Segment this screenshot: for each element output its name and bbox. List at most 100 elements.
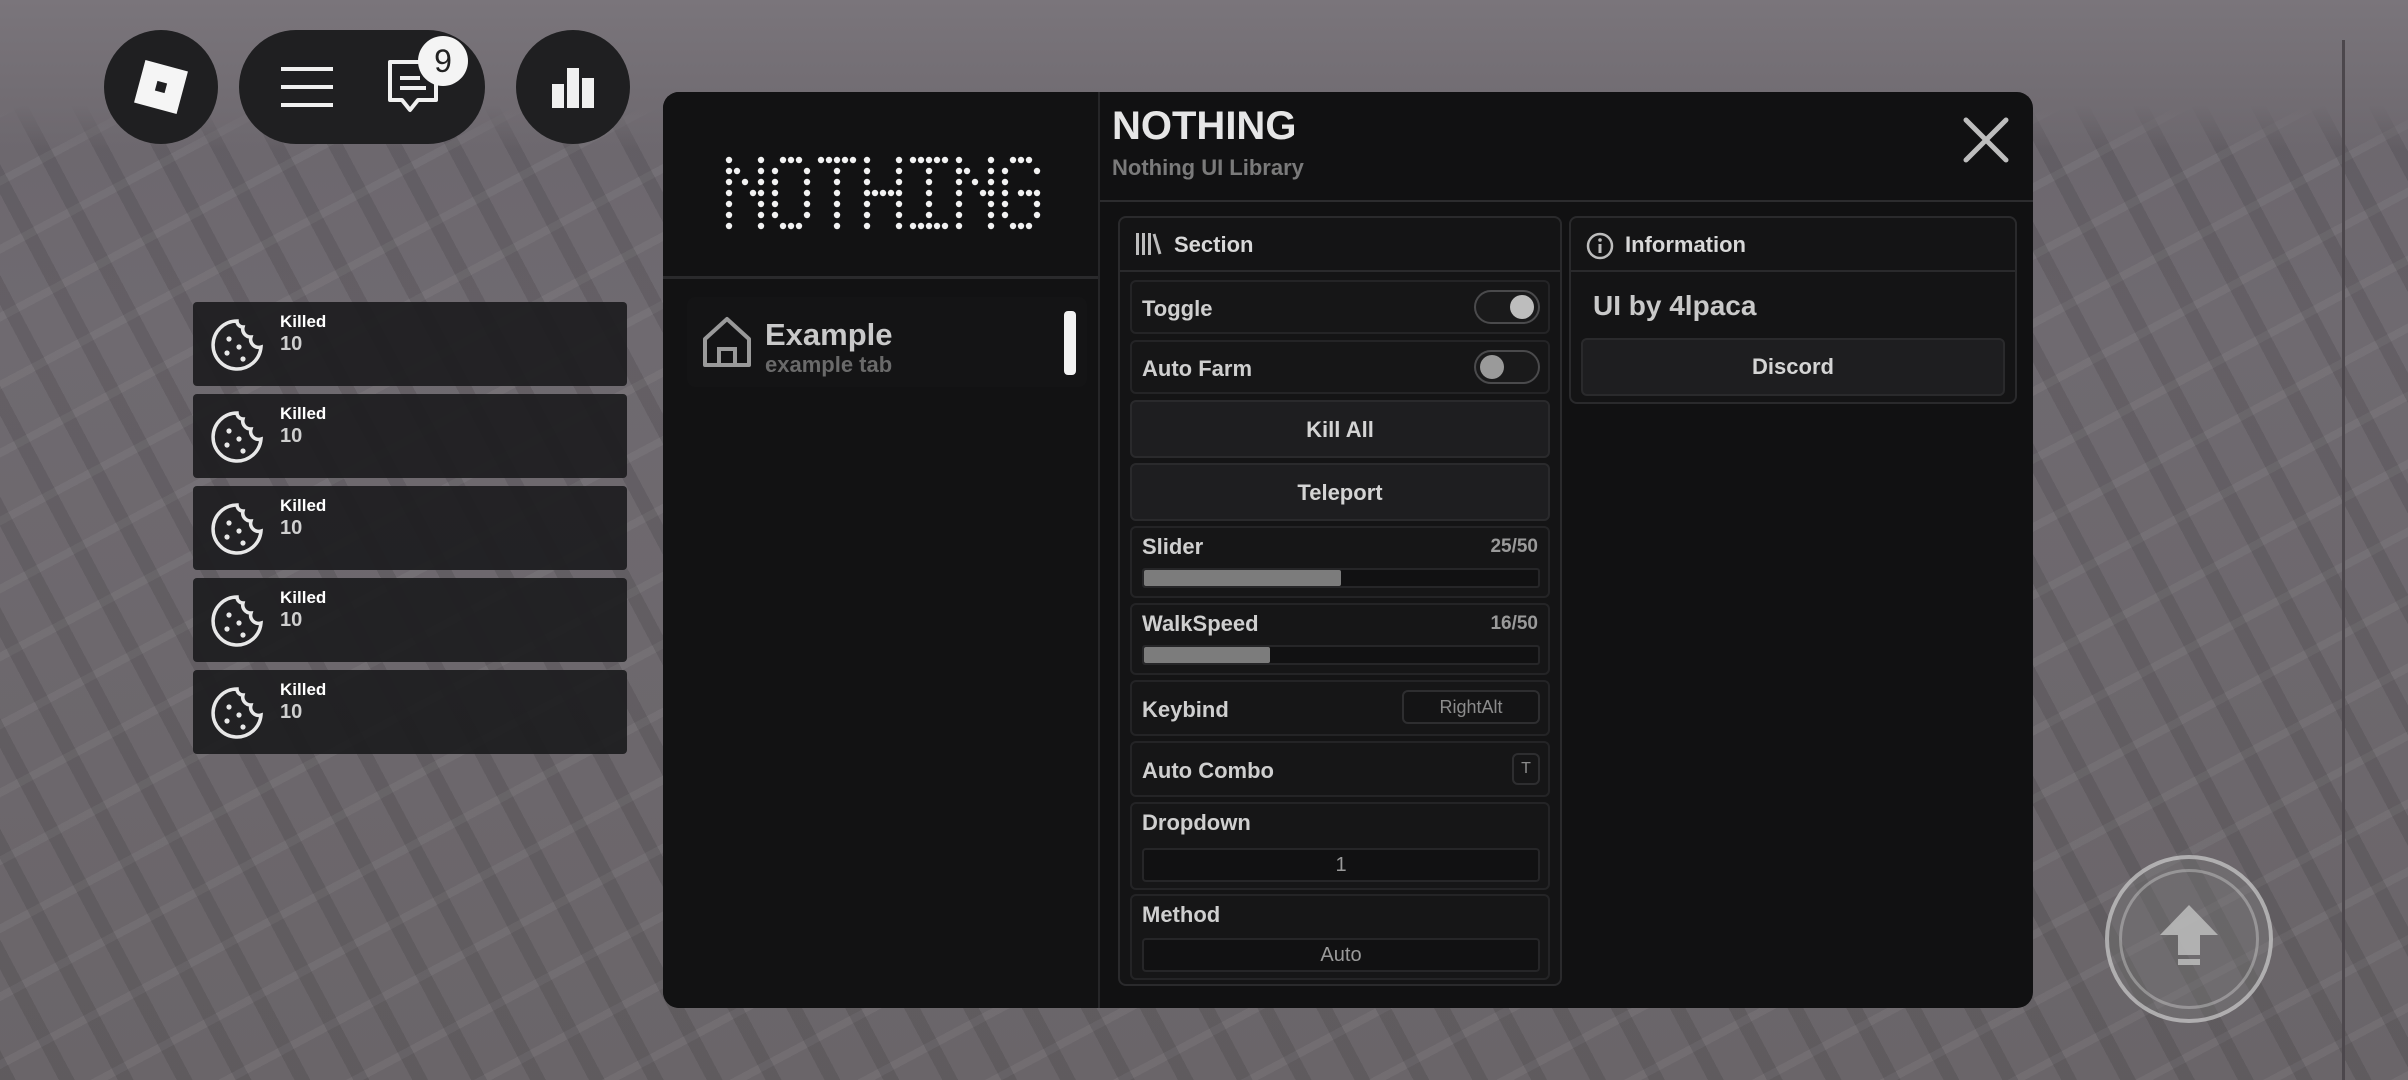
window-title: NOTHING bbox=[1112, 104, 1297, 148]
logo-dot bbox=[925, 156, 933, 164]
auto-farm-row[interactable]: Auto Farm bbox=[1130, 340, 1550, 394]
chat-badge: 9 bbox=[418, 36, 468, 86]
cookie-icon bbox=[211, 319, 263, 371]
logo-dot bbox=[925, 211, 933, 219]
nothing-ui-window: Example example tab NOTHING Nothing UI L… bbox=[663, 92, 2033, 1008]
kill-feed-title: Killed bbox=[280, 680, 327, 699]
logo-dot bbox=[863, 222, 871, 230]
logo-dot bbox=[987, 200, 995, 208]
logo-dot bbox=[863, 156, 871, 164]
logo-dot bbox=[833, 156, 841, 164]
logo-dot bbox=[925, 200, 933, 208]
leaderboard-button[interactable] bbox=[516, 30, 630, 144]
kill-feed-value: 10 bbox=[280, 333, 303, 355]
logo-dot bbox=[955, 189, 963, 197]
close-icon[interactable] bbox=[1958, 112, 2014, 168]
logo-dot bbox=[1017, 189, 1025, 197]
logo-dot bbox=[863, 189, 871, 197]
kill-feed-value: 10 bbox=[280, 609, 303, 631]
logo-dot bbox=[955, 211, 963, 219]
logo-dot bbox=[771, 167, 779, 175]
kill-feed-title: Killed bbox=[280, 496, 327, 515]
slider-track[interactable] bbox=[1142, 568, 1540, 588]
logo-dot bbox=[803, 200, 811, 208]
teleport-button[interactable]: Teleport bbox=[1130, 463, 1550, 521]
logo-dot bbox=[955, 200, 963, 208]
tab-example[interactable]: Example example tab bbox=[687, 297, 1087, 387]
auto-combo-key[interactable]: T bbox=[1512, 753, 1540, 785]
logo-dot bbox=[987, 222, 995, 230]
logo-dot bbox=[833, 222, 841, 230]
logo-dot bbox=[1009, 222, 1017, 230]
logo-dot bbox=[879, 189, 887, 197]
logo-dot bbox=[1017, 222, 1025, 230]
kill-feed-item: Killed 10 bbox=[193, 302, 627, 386]
logo-dot bbox=[757, 211, 765, 219]
logo-dot bbox=[1025, 189, 1033, 197]
roblox-menu-button[interactable] bbox=[104, 30, 218, 144]
toggle-switch[interactable] bbox=[1474, 290, 1540, 324]
hamburger-menu-icon[interactable] bbox=[279, 63, 335, 111]
logo-dot bbox=[841, 156, 849, 164]
walkspeed-fill bbox=[1144, 647, 1271, 663]
kill-feed: Killed 10 Killed 10 Killed 10 Killed 10 Killed 10 bbox=[193, 302, 627, 762]
roblox-logo-icon bbox=[134, 60, 188, 114]
logo-dot bbox=[725, 156, 733, 164]
walkspeed-track[interactable] bbox=[1142, 645, 1540, 665]
logo-dot bbox=[1033, 189, 1041, 197]
logo-dot bbox=[987, 178, 995, 186]
kill-feed-value: 10 bbox=[280, 517, 303, 539]
logo-dot bbox=[779, 156, 787, 164]
cookie-icon bbox=[211, 411, 263, 463]
logo-dot bbox=[771, 200, 779, 208]
logo-dot bbox=[803, 211, 811, 219]
logo-dot bbox=[971, 178, 979, 186]
jump-button[interactable] bbox=[2105, 855, 2273, 1023]
logo-dot bbox=[849, 156, 857, 164]
logo-dot bbox=[757, 189, 765, 197]
logo-dot bbox=[1001, 167, 1009, 175]
logo-dot bbox=[787, 156, 795, 164]
method-label: Method bbox=[1142, 902, 1221, 927]
cookie-icon bbox=[211, 503, 263, 555]
logo-dot bbox=[933, 156, 941, 164]
kill-all-button[interactable]: Kill All bbox=[1130, 400, 1550, 458]
library-icon bbox=[1136, 233, 1162, 255]
logo-dot bbox=[955, 222, 963, 230]
logo-dot bbox=[833, 167, 841, 175]
logo-dot bbox=[863, 211, 871, 219]
keybind-box[interactable]: RightAlt bbox=[1402, 690, 1540, 724]
toggle-knob bbox=[1510, 295, 1534, 319]
walkspeed-value: 16/50 bbox=[1490, 613, 1538, 634]
logo-dot bbox=[795, 156, 803, 164]
nothing-logo bbox=[725, 156, 1041, 230]
logo-dot bbox=[941, 156, 949, 164]
logo-dot bbox=[725, 178, 733, 186]
auto-combo-label: Auto Combo bbox=[1142, 758, 1274, 783]
dropdown-label: Dropdown bbox=[1142, 810, 1251, 835]
logo-dot bbox=[987, 156, 995, 164]
kill-feed-item: Killed 10 bbox=[193, 394, 627, 478]
kill-feed-title: Killed bbox=[280, 312, 327, 331]
section-title: Section bbox=[1174, 232, 1254, 257]
logo-dot bbox=[941, 222, 949, 230]
auto-farm-switch[interactable] bbox=[1474, 350, 1540, 384]
logo-dot bbox=[917, 222, 925, 230]
logo-dot bbox=[895, 167, 903, 175]
cookie-icon bbox=[211, 595, 263, 647]
logo-dot bbox=[771, 189, 779, 197]
sidebar-divider bbox=[663, 276, 1098, 279]
logo-dot bbox=[909, 156, 917, 164]
tab-label: Example bbox=[765, 317, 893, 352]
kill-all-label: Kill All bbox=[1306, 417, 1374, 442]
logo-dot bbox=[895, 189, 903, 197]
logo-dot bbox=[725, 167, 733, 175]
toggle-row[interactable]: Toggle bbox=[1130, 280, 1550, 334]
home-icon bbox=[703, 317, 751, 367]
logo-dot bbox=[895, 211, 903, 219]
discord-button[interactable]: Discord bbox=[1581, 338, 2005, 396]
logo-dot bbox=[725, 189, 733, 197]
dropdown-select[interactable]: 1 bbox=[1142, 848, 1540, 882]
method-select[interactable]: Auto bbox=[1142, 938, 1540, 972]
logo-dot bbox=[757, 167, 765, 175]
